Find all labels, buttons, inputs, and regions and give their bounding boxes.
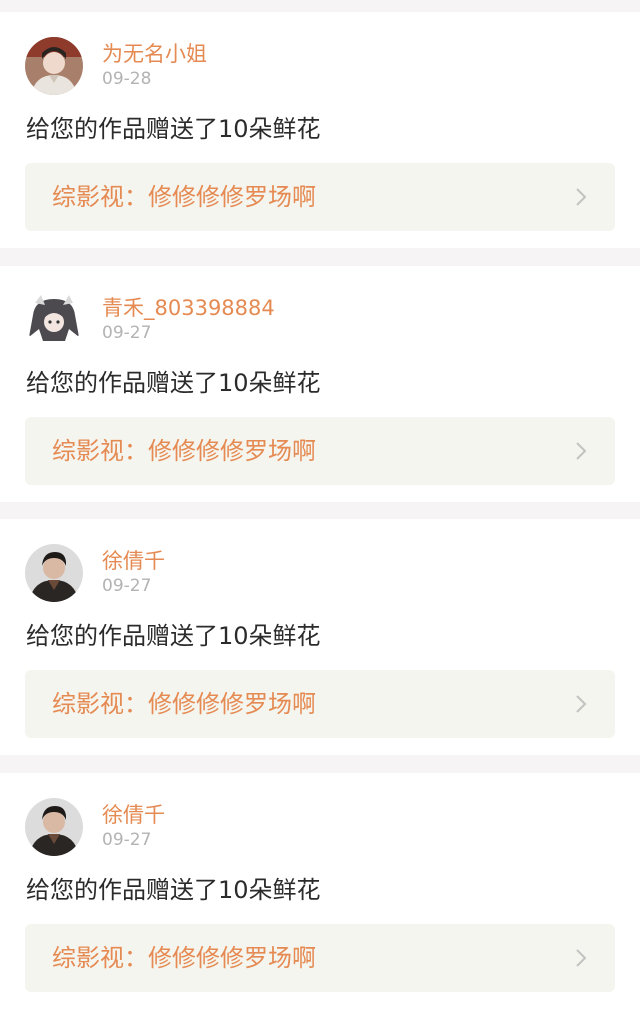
gift-message: 给您的作品赠送了10朵鲜花	[26, 369, 321, 397]
notification-card: 为无名小姐 09-28 给您的作品赠送了10朵鲜花 综影视：修修修修罗场啊	[0, 12, 640, 248]
notification-date: 09-27	[102, 576, 152, 596]
chevron-right-icon	[576, 442, 587, 460]
man-portrait-avatar-icon	[25, 544, 83, 602]
man-portrait-avatar-icon	[25, 798, 83, 856]
notification-card: 青禾_803398884 09-27 给您的作品赠送了10朵鲜花 综影视：修修修…	[0, 266, 640, 502]
chevron-right-icon	[576, 695, 587, 713]
gift-message: 给您的作品赠送了10朵鲜花	[26, 622, 321, 650]
user-avatar[interactable]	[25, 544, 83, 602]
anime-girl-avatar-icon	[25, 291, 83, 349]
work-title: 综影视：修修修修罗场啊	[52, 183, 316, 211]
username[interactable]: 为无名小姐	[102, 40, 207, 68]
work-link-button[interactable]: 综影视：修修修修罗场啊	[25, 417, 615, 485]
gift-message: 给您的作品赠送了10朵鲜花	[26, 115, 321, 143]
user-avatar[interactable]	[25, 798, 83, 856]
notification-card: 徐倩千 09-27 给您的作品赠送了10朵鲜花 综影视：修修修修罗场啊	[0, 519, 640, 755]
gift-notification-list: 为无名小姐 09-28 给您的作品赠送了10朵鲜花 综影视：修修修修罗场啊 青禾…	[0, 0, 640, 1009]
work-title: 综影视：修修修修罗场啊	[52, 690, 316, 718]
notification-date: 09-28	[102, 69, 152, 89]
username[interactable]: 青禾_803398884	[102, 294, 275, 322]
work-title: 综影视：修修修修罗场啊	[52, 437, 316, 465]
man-costume-portrait-avatar-icon	[25, 37, 83, 95]
user-avatar[interactable]	[25, 37, 83, 95]
username[interactable]: 徐倩千	[102, 547, 165, 575]
work-link-button[interactable]: 综影视：修修修修罗场啊	[25, 670, 615, 738]
notification-date: 09-27	[102, 830, 152, 850]
notification-date: 09-27	[102, 323, 152, 343]
gift-message: 给您的作品赠送了10朵鲜花	[26, 876, 321, 904]
chevron-right-icon	[576, 949, 587, 967]
work-link-button[interactable]: 综影视：修修修修罗场啊	[25, 924, 615, 992]
work-title: 综影视：修修修修罗场啊	[52, 944, 316, 972]
work-link-button[interactable]: 综影视：修修修修罗场啊	[25, 163, 615, 231]
chevron-right-icon	[576, 188, 587, 206]
user-avatar[interactable]	[25, 291, 83, 349]
notification-card: 徐倩千 09-27 给您的作品赠送了10朵鲜花 综影视：修修修修罗场啊	[0, 773, 640, 1009]
username[interactable]: 徐倩千	[102, 801, 165, 829]
